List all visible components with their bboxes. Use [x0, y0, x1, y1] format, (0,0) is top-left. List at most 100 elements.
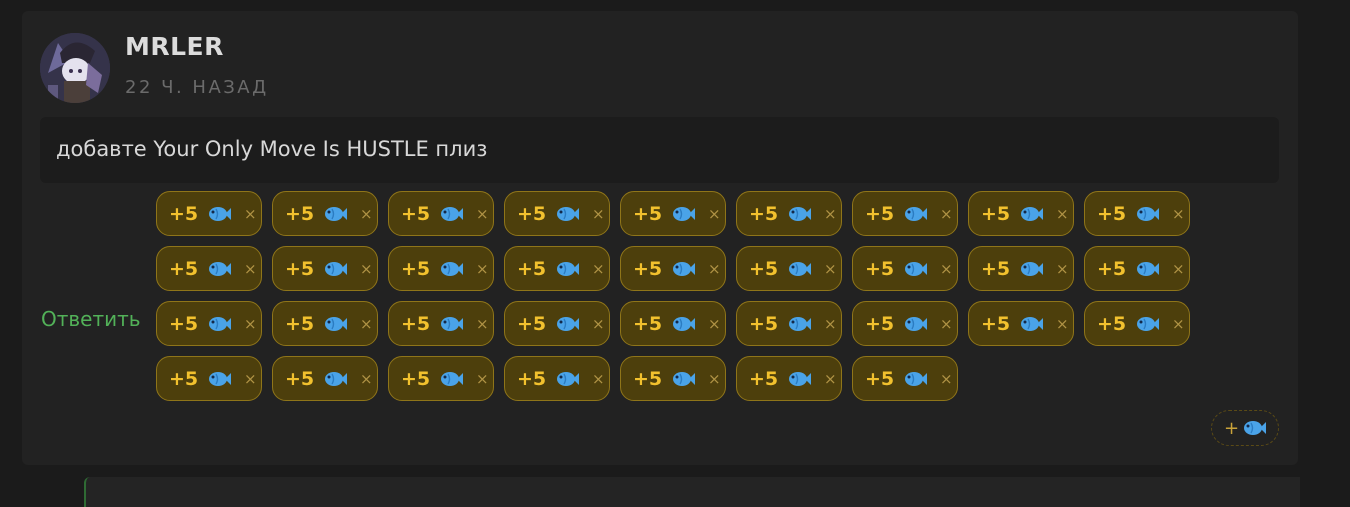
fish-icon — [1244, 421, 1267, 435]
avatar-image — [40, 33, 110, 103]
reaction-chip[interactable]: +5 × — [736, 191, 842, 236]
remove-reaction-icon[interactable]: × — [476, 370, 489, 388]
reaction-chip[interactable]: +5 × — [1084, 246, 1190, 291]
reaction-amount: +5 — [517, 312, 547, 335]
reaction-chip[interactable]: +5 × — [620, 191, 726, 236]
reaction-chip[interactable]: +5 × — [852, 301, 958, 346]
reaction-amount: +5 — [865, 367, 895, 390]
reaction-amount: +5 — [517, 257, 547, 280]
remove-reaction-icon[interactable]: × — [476, 205, 489, 223]
remove-reaction-icon[interactable]: × — [592, 260, 605, 278]
reaction-chip[interactable]: +5 × — [156, 301, 262, 346]
remove-reaction-icon[interactable]: × — [708, 205, 721, 223]
remove-reaction-icon[interactable]: × — [708, 370, 721, 388]
reaction-chip[interactable]: +5 × — [620, 356, 726, 401]
reaction-chip[interactable]: +5 × — [1084, 301, 1190, 346]
remove-reaction-icon[interactable]: × — [1172, 315, 1185, 333]
reaction-chip[interactable]: +5 × — [852, 356, 958, 401]
remove-reaction-icon[interactable]: × — [244, 315, 257, 333]
reaction-amount: +5 — [633, 257, 663, 280]
reaction-chip[interactable]: +5 × — [156, 191, 262, 236]
reaction-chip[interactable]: +5 × — [736, 301, 842, 346]
remove-reaction-icon[interactable]: × — [940, 370, 953, 388]
remove-reaction-icon[interactable]: × — [244, 205, 257, 223]
reaction-amount: +5 — [1097, 312, 1127, 335]
reaction-chip[interactable]: +5 × — [736, 246, 842, 291]
fish-icon — [789, 316, 811, 331]
remove-reaction-icon[interactable]: × — [940, 260, 953, 278]
fish-icon — [789, 371, 811, 386]
remove-reaction-icon[interactable]: × — [476, 260, 489, 278]
reaction-chip[interactable]: +5 × — [504, 246, 610, 291]
reaction-chip[interactable]: +5 × — [388, 191, 494, 236]
reply-button[interactable]: Ответить — [41, 307, 141, 331]
remove-reaction-icon[interactable]: × — [476, 315, 489, 333]
remove-reaction-icon[interactable]: × — [824, 205, 837, 223]
remove-reaction-icon[interactable]: × — [708, 315, 721, 333]
fish-icon — [209, 316, 231, 331]
fish-icon — [1137, 206, 1159, 221]
remove-reaction-icon[interactable]: × — [940, 315, 953, 333]
reaction-chip[interactable]: +5 × — [968, 191, 1074, 236]
remove-reaction-icon[interactable]: × — [244, 260, 257, 278]
remove-reaction-icon[interactable]: × — [592, 205, 605, 223]
reaction-chip[interactable]: +5 × — [736, 356, 842, 401]
remove-reaction-icon[interactable]: × — [244, 370, 257, 388]
remove-reaction-icon[interactable]: × — [1056, 315, 1069, 333]
reaction-chip[interactable]: +5 × — [156, 246, 262, 291]
remove-reaction-icon[interactable]: × — [1172, 205, 1185, 223]
reaction-amount: +5 — [517, 367, 547, 390]
remove-reaction-icon[interactable]: × — [824, 260, 837, 278]
reaction-chip[interactable]: +5 × — [620, 246, 726, 291]
remove-reaction-icon[interactable]: × — [824, 315, 837, 333]
remove-reaction-icon[interactable]: × — [592, 315, 605, 333]
fish-icon — [441, 206, 463, 221]
avatar[interactable] — [40, 33, 110, 103]
reaction-chip[interactable]: +5 × — [388, 356, 494, 401]
author-name[interactable]: MRLER — [125, 32, 224, 61]
reaction-chip[interactable]: +5 × — [156, 356, 262, 401]
reaction-chip[interactable]: +5 × — [388, 301, 494, 346]
reaction-chip[interactable]: +5 × — [968, 301, 1074, 346]
fish-icon — [673, 206, 695, 221]
remove-reaction-icon[interactable]: × — [360, 205, 373, 223]
fish-icon — [673, 371, 695, 386]
reaction-amount: +5 — [401, 202, 431, 225]
add-reaction-button[interactable]: + — [1211, 410, 1279, 446]
remove-reaction-icon[interactable]: × — [592, 370, 605, 388]
remove-reaction-icon[interactable]: × — [360, 315, 373, 333]
reaction-chip[interactable]: +5 × — [504, 301, 610, 346]
remove-reaction-icon[interactable]: × — [1172, 260, 1185, 278]
reaction-amount: +5 — [749, 202, 779, 225]
reaction-chip[interactable]: +5 × — [504, 356, 610, 401]
remove-reaction-icon[interactable]: × — [824, 370, 837, 388]
reaction-chip[interactable]: +5 × — [620, 301, 726, 346]
fish-icon — [905, 371, 927, 386]
fish-icon — [325, 206, 347, 221]
remove-reaction-icon[interactable]: × — [360, 260, 373, 278]
reaction-amount: +5 — [169, 367, 199, 390]
remove-reaction-icon[interactable]: × — [1056, 205, 1069, 223]
reaction-chip[interactable]: +5 × — [388, 246, 494, 291]
remove-reaction-icon[interactable]: × — [360, 370, 373, 388]
fish-icon — [557, 316, 579, 331]
fish-icon — [441, 316, 463, 331]
reaction-chip[interactable]: +5 × — [852, 246, 958, 291]
add-plus: + — [1223, 417, 1240, 439]
remove-reaction-icon[interactable]: × — [1056, 260, 1069, 278]
reaction-amount: +5 — [749, 312, 779, 335]
reaction-chip[interactable]: +5 × — [272, 301, 378, 346]
reaction-amount: +5 — [981, 257, 1011, 280]
reaction-chip[interactable]: +5 × — [272, 246, 378, 291]
reaction-chip[interactable]: +5 × — [272, 356, 378, 401]
reaction-amount: +5 — [865, 257, 895, 280]
remove-reaction-icon[interactable]: × — [708, 260, 721, 278]
reaction-chip[interactable]: +5 × — [852, 191, 958, 236]
reaction-amount: +5 — [169, 257, 199, 280]
reaction-chip[interactable]: +5 × — [504, 191, 610, 236]
remove-reaction-icon[interactable]: × — [940, 205, 953, 223]
reaction-chip[interactable]: +5 × — [968, 246, 1074, 291]
reaction-chip[interactable]: +5 × — [272, 191, 378, 236]
fish-icon — [557, 206, 579, 221]
reaction-chip[interactable]: +5 × — [1084, 191, 1190, 236]
